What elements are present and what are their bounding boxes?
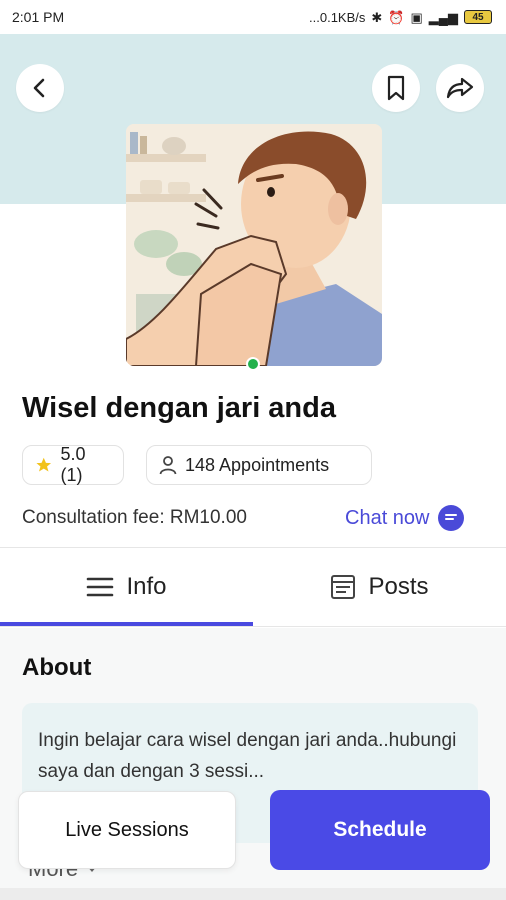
bluetooth-icon: ✱ xyxy=(371,9,383,25)
share-button[interactable] xyxy=(436,64,484,112)
online-status-dot xyxy=(246,357,260,371)
tab-posts[interactable]: Posts xyxy=(253,548,506,626)
status-bar: 2:01 PM ...0.1KB/s ✱ ⏰ ▣ ▂▄▆ 45 xyxy=(0,0,506,34)
back-button[interactable] xyxy=(16,64,64,112)
chat-icon xyxy=(437,505,464,531)
status-time: 2:01 PM xyxy=(12,9,65,25)
appointments-count: 148 Appointments xyxy=(185,454,330,475)
data-icon: ▣ xyxy=(410,9,423,25)
tab-info-label: Info xyxy=(126,573,167,600)
schedule-button[interactable]: Schedule xyxy=(270,790,490,870)
network-speed: ...0.1KB/s xyxy=(309,9,366,25)
about-text: Ingin belajar cara wisel dengan jari and… xyxy=(38,730,457,782)
posts-icon xyxy=(331,575,356,599)
rating-badge: 5.0 (1) xyxy=(22,444,124,485)
status-icons: ...0.1KB/s ✱ ⏰ ▣ ▂▄▆ 45 xyxy=(309,10,492,25)
battery-level: 45 xyxy=(472,11,484,23)
consultation-fee: Consultation fee: RM10.00 xyxy=(22,507,247,528)
rating-value: 5.0 (1) xyxy=(60,444,86,485)
profile-image xyxy=(126,124,382,366)
bottom-strip xyxy=(0,888,506,900)
divider xyxy=(0,626,506,627)
chevron-left-icon xyxy=(33,78,45,98)
alarm-icon: ⏰ xyxy=(388,9,405,25)
menu-icon xyxy=(87,577,114,597)
signal-icon: ▂▄▆ xyxy=(428,9,458,25)
share-icon xyxy=(446,77,474,99)
live-sessions-button[interactable]: Live Sessions xyxy=(18,791,236,869)
chat-now-button[interactable]: Chat now xyxy=(345,505,464,531)
tab-info[interactable]: Info xyxy=(0,548,253,626)
appointments-badge: 148 Appointments xyxy=(146,445,372,485)
bookmark-button[interactable] xyxy=(372,64,420,112)
star-icon xyxy=(36,457,52,472)
chat-now-label: Chat now xyxy=(345,506,430,529)
bookmark-icon xyxy=(387,75,405,101)
about-title: About xyxy=(22,654,92,681)
profile-name: Wisel dengan jari anda xyxy=(22,392,336,424)
tab-bar: Info Posts xyxy=(0,548,506,626)
tab-posts-label: Posts xyxy=(368,573,429,600)
person-icon xyxy=(159,456,177,475)
battery-icon: 45 xyxy=(464,10,492,24)
